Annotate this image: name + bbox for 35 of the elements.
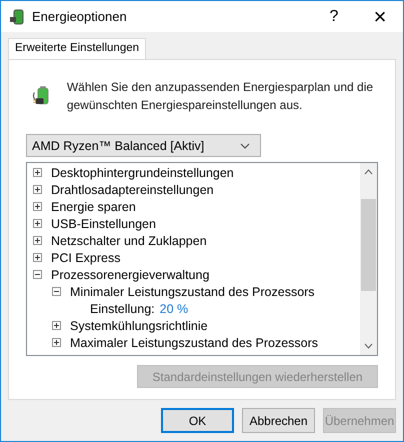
- setting-label: Einstellung:: [90, 302, 155, 316]
- tree-item[interactable]: Desktophintergrundeinstellungen: [51, 166, 234, 180]
- tree-item[interactable]: USB-Einstellungen: [51, 216, 156, 230]
- setting-value[interactable]: 20 %: [160, 302, 188, 316]
- scroll-up-icon[interactable]: [364, 169, 373, 175]
- expander-icon[interactable]: [33, 253, 42, 262]
- tree-item[interactable]: Prozessorenergieverwaltung: [51, 268, 210, 282]
- window-title: Energieoptionen: [32, 9, 128, 24]
- tree-item[interactable]: PCI Express: [51, 250, 120, 264]
- tab[interactable]: Erweiterte Einstellungen: [8, 38, 146, 59]
- scroll-down-icon[interactable]: [364, 343, 373, 349]
- expander-icon[interactable]: [52, 321, 61, 330]
- close-button[interactable]: ×: [357, 4, 403, 30]
- tree-item[interactable]: Drahtlosadaptereinstellungen: [51, 182, 214, 196]
- scrollbar[interactable]: [360, 163, 377, 355]
- expander-icon[interactable]: [33, 202, 42, 211]
- tree-item[interactable]: Minimaler Leistungszustand des Prozessors: [70, 284, 315, 298]
- tree-item[interactable]: Systemkühlungsrichtlinie: [70, 318, 208, 332]
- instruction-text: Wählen Sie den anzupassenden Energiesparplan und die gewünschten Energiespareinstellungen aus.: [66, 79, 374, 114]
- plan-dropdown[interactable]: AMD Ryzen™ Balanced [Aktiv]: [26, 134, 261, 157]
- dialog-button[interactable]: OK: [161, 408, 234, 433]
- tree-item[interactable]: Maximaler Leistungszustand des Prozessors: [70, 336, 318, 350]
- chevron-down-icon: [240, 142, 250, 148]
- expander-icon[interactable]: [33, 168, 42, 177]
- expander-icon[interactable]: [33, 185, 42, 194]
- tree-item[interactable]: Netzschalter und Zuklappen: [51, 234, 207, 248]
- dialog-button[interactable]: Abbrechen: [242, 408, 315, 433]
- expander-icon[interactable]: [52, 338, 61, 347]
- battery-plug-icon: [8, 8, 26, 26]
- expander-icon[interactable]: [33, 270, 42, 279]
- expander-icon[interactable]: [33, 219, 42, 228]
- help-button[interactable]: ?: [311, 8, 357, 26]
- tree-item[interactable]: Energie sparen: [51, 200, 136, 214]
- expander-icon[interactable]: [33, 236, 42, 245]
- expander-icon[interactable]: [52, 287, 61, 296]
